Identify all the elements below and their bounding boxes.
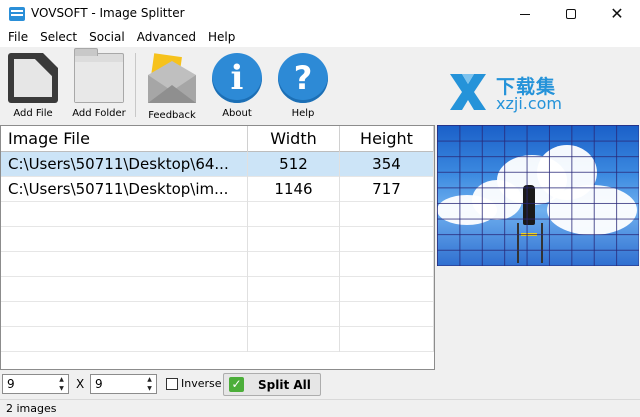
menu-select[interactable]: Select (34, 28, 83, 47)
minimize-button[interactable] (502, 0, 548, 28)
empty-row (1, 202, 434, 227)
envelope-icon (148, 53, 196, 103)
window-title: VOVSOFT - Image Splitter (31, 6, 185, 20)
menu-help[interactable]: Help (202, 28, 241, 47)
menu-file[interactable]: File (2, 28, 34, 47)
empty-row (1, 252, 434, 277)
file-icon (8, 53, 58, 103)
add-file-button[interactable]: Add File (2, 49, 64, 121)
maximize-button[interactable] (548, 0, 594, 28)
close-button[interactable]: ✕ (594, 0, 640, 28)
columns-spinner[interactable]: ▲▼ (2, 374, 69, 394)
cell-height: 354 (340, 152, 434, 177)
table-row[interactable]: C:\Users\50711\Desktop\im... 1146 717 (1, 177, 434, 202)
toolbar-separator (135, 53, 136, 117)
menu-social[interactable]: Social (83, 28, 131, 47)
add-file-label: Add File (13, 108, 53, 119)
app-icon (9, 7, 25, 21)
header-width[interactable]: Width (248, 126, 340, 152)
cell-file: C:\Users\50711\Desktop\im... (1, 177, 248, 202)
menu-bar: File Select Social Advanced Help (0, 28, 640, 47)
rows-spinner[interactable]: ▲▼ (90, 374, 157, 394)
split-grid-overlay (437, 125, 639, 266)
folder-icon (74, 48, 124, 103)
about-label: About (222, 108, 252, 119)
table-row[interactable]: C:\Users\50711\Desktop\64... 512 354 (1, 152, 434, 177)
split-all-button[interactable]: ✓ Split All (223, 373, 321, 396)
feedback-label: Feedback (148, 110, 196, 121)
inverse-label[interactable]: Inverse (181, 377, 222, 390)
grid-rows: C:\Users\50711\Desktop\64... 512 354 C:\… (1, 152, 434, 352)
close-icon: ✕ (610, 4, 624, 23)
header-image-file[interactable]: Image File (1, 126, 248, 152)
cell-file: C:\Users\50711\Desktop\64... (1, 152, 248, 177)
question-icon: ? (278, 53, 328, 103)
about-button[interactable]: i About (206, 49, 268, 121)
empty-row (1, 327, 434, 352)
help-label: Help (291, 108, 315, 119)
empty-row (1, 277, 434, 302)
empty-row (1, 227, 434, 252)
inverse-checkbox[interactable] (166, 378, 178, 390)
toolbar: Add File Add Folder Feedback i About ? H… (0, 47, 640, 123)
x-separator: X (76, 377, 85, 391)
image-list-grid[interactable]: Image File Width Height C:\Users\50711\D… (0, 125, 435, 370)
split-controls: ▲▼ X ▲▼ Inverse ✓ Split All (0, 372, 640, 398)
split-all-label: Split All (258, 378, 311, 392)
feedback-button[interactable]: Feedback (141, 49, 203, 121)
empty-row (1, 302, 434, 327)
status-bar: 2 images (0, 399, 640, 417)
add-folder-button[interactable]: Add Folder (68, 48, 130, 121)
title-bar: VOVSOFT - Image Splitter ✕ (0, 0, 640, 28)
check-icon: ✓ (229, 377, 244, 392)
cell-height: 717 (340, 177, 434, 202)
watermark-x-icon (450, 74, 486, 110)
chevron-down-icon[interactable]: ▼ (55, 384, 68, 393)
rows-input[interactable] (91, 375, 143, 393)
rows-spin-buttons[interactable]: ▲ ▼ (143, 375, 156, 393)
watermark-logo: 下载集 xzji.com (446, 70, 576, 116)
watermark-en: xzji.com (496, 94, 563, 113)
chevron-up-icon[interactable]: ▲ (143, 375, 156, 384)
cell-width: 1146 (248, 177, 340, 202)
chevron-up-icon[interactable]: ▲ (55, 375, 68, 384)
info-icon: i (212, 53, 262, 103)
help-button[interactable]: ? Help (272, 49, 334, 121)
cell-width: 512 (248, 152, 340, 177)
add-folder-label: Add Folder (72, 108, 126, 119)
maximize-icon (566, 9, 576, 19)
status-text: 2 images (6, 402, 57, 415)
columns-spin-buttons[interactable]: ▲ ▼ (55, 375, 68, 393)
header-height[interactable]: Height (340, 126, 434, 152)
menu-advanced[interactable]: Advanced (131, 28, 202, 47)
chevron-down-icon[interactable]: ▼ (143, 384, 156, 393)
image-preview (437, 125, 639, 266)
grid-header: Image File Width Height (1, 126, 434, 152)
minimize-icon (520, 13, 530, 15)
columns-input[interactable] (3, 375, 55, 393)
